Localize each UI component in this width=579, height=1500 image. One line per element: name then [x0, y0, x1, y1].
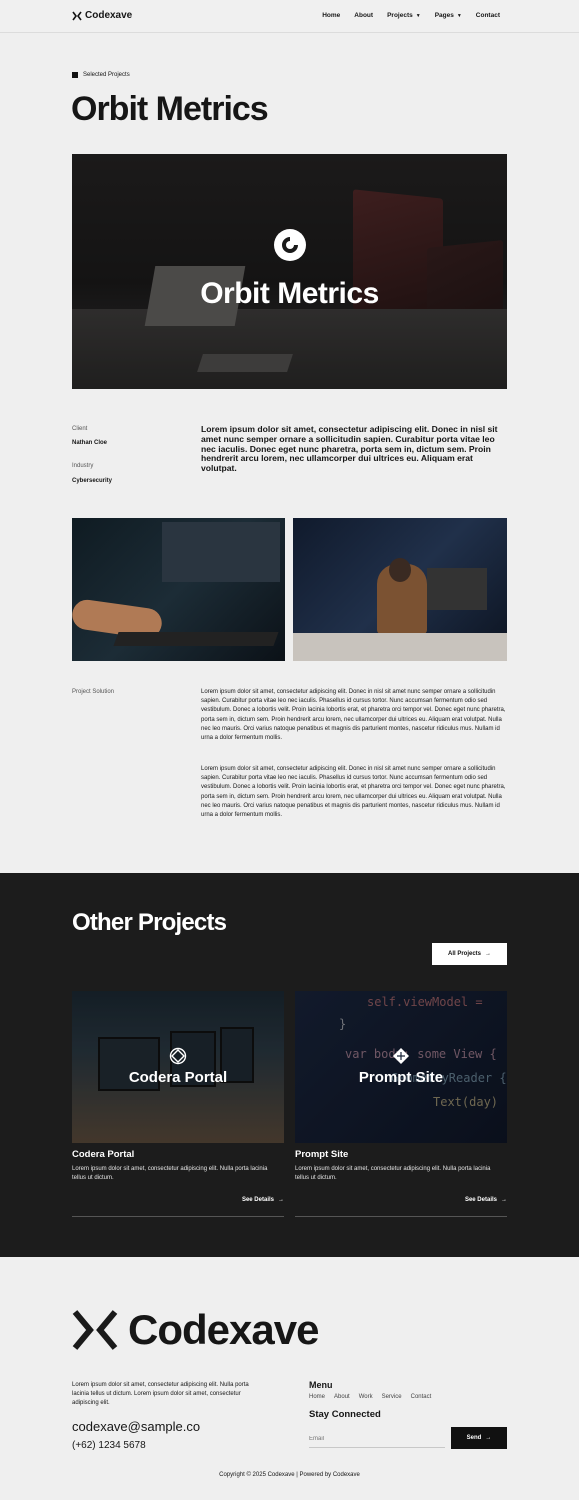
send-button[interactable]: Send → [451, 1427, 507, 1449]
footer-brand-name: Codexave [128, 1306, 319, 1353]
nav-label: Home [322, 12, 341, 19]
arrow-right-icon: → [278, 1197, 284, 1203]
footer-link-service[interactable]: Service [382, 1394, 402, 1400]
footer-menu-title: Menu [309, 1380, 333, 1390]
project-lead: Lorem ipsum dolor sit amet, consectetur … [201, 424, 498, 474]
codexave-logo-icon [72, 1310, 118, 1350]
link-label: See Details [464, 1197, 497, 1203]
card-description: Lorem ipsum dolor sit amet, consectetur … [72, 1166, 268, 1181]
solution-paragraph: Lorem ipsum dolor sit amet, consectetur … [201, 689, 506, 742]
gallery-image [72, 518, 285, 661]
divider [72, 1216, 284, 1217]
footer-logo[interactable]: Codexave [72, 1306, 319, 1354]
footer-links: Home About Work Service Contact [309, 1394, 431, 1400]
nav-label: About [354, 12, 374, 19]
thumbnail-brand: Codera Portal [72, 1047, 284, 1087]
hero-brand-name: Orbit Metrics [200, 277, 379, 310]
codera-logo-icon [169, 1047, 187, 1065]
card-title[interactable]: Codera Portal [72, 1149, 284, 1160]
section-eyebrow: Selected Projects [72, 72, 130, 78]
footer-link-about[interactable]: About [334, 1394, 350, 1400]
nav-label: Pages [434, 12, 454, 19]
see-details-link[interactable]: See Details → [242, 1197, 284, 1203]
footer-email[interactable]: codexave@sample.co [72, 1419, 200, 1434]
nav-label: Projects [387, 12, 413, 19]
divider [295, 1216, 507, 1217]
footer-description: Lorem ipsum dolor sit amet, consectetur … [72, 1382, 249, 1406]
nav-item-about[interactable]: About [354, 12, 373, 19]
button-label: All Projects [447, 951, 481, 957]
card-description: Lorem ipsum dolor sit amet, consectetur … [295, 1166, 491, 1181]
client-value: Nathan Cloe [72, 440, 108, 446]
thumbnail-brand: Prompt Site [295, 1047, 507, 1087]
project-card[interactable]: self.viewModel = } var body: some View {… [295, 991, 507, 1217]
nav-label: Contact [475, 12, 500, 19]
prompt-logo-icon [393, 1048, 409, 1064]
head-shape [389, 558, 411, 582]
solution-paragraph: Lorem ipsum dolor sit amet, consectetur … [201, 766, 506, 819]
nav-menu: Home About Projects ▼ Pages ▼ Contact [322, 12, 500, 19]
thumbnail-brand-name: Codera Portal [128, 1069, 228, 1086]
hero-brand: Orbit Metrics [72, 228, 507, 311]
project-thumbnail[interactable]: Codera Portal [72, 991, 284, 1143]
footer-link-home[interactable]: Home [309, 1394, 325, 1400]
newsletter-email-input[interactable] [309, 1430, 445, 1448]
codexave-logo-icon [72, 11, 82, 20]
footer-link-work[interactable]: Work [359, 1394, 373, 1400]
button-label: Send [466, 1435, 482, 1441]
project-card[interactable]: Codera Portal Codera Portal Lorem ipsum … [72, 991, 284, 1217]
client-label: Client [72, 426, 88, 432]
all-projects-button[interactable]: All Projects → [432, 943, 507, 965]
arrow-right-icon: → [485, 1435, 492, 1441]
other-projects-section: Other Projects All Projects → Codera Por… [0, 873, 579, 1257]
link-label: See Details [241, 1197, 274, 1203]
stay-connected-title: Stay Connected [309, 1409, 381, 1420]
desk-shape [293, 633, 507, 661]
nav-item-projects[interactable]: Projects ▼ [387, 12, 421, 19]
footer-phone[interactable]: (+62) 1234 5678 [72, 1440, 146, 1451]
copyright: Copyright © 2025 Codexave | Powered by C… [219, 1472, 360, 1478]
solution-label: Project Solution [72, 689, 115, 695]
page-title: Orbit Metrics [71, 90, 269, 128]
chevron-down-icon: ▼ [456, 12, 462, 19]
nav-item-pages[interactable]: Pages ▼ [435, 12, 462, 19]
see-details-link[interactable]: See Details → [465, 1197, 507, 1203]
brand-name: Codexave [85, 10, 133, 21]
card-title[interactable]: Prompt Site [295, 1149, 507, 1160]
footer-link-contact[interactable]: Contact [411, 1394, 432, 1400]
chevron-down-icon: ▼ [415, 12, 421, 19]
section-title: Other Projects [72, 909, 227, 936]
industry-value: Cybersecurity [72, 478, 113, 484]
nav-item-contact[interactable]: Contact [476, 12, 500, 19]
orbit-logo-icon [273, 229, 306, 261]
square-bullet-icon [72, 72, 78, 78]
nav-item-home[interactable]: Home [322, 12, 340, 19]
arrow-right-icon: → [501, 1197, 507, 1203]
eyebrow-text: Selected Projects [83, 72, 130, 78]
keyboard-shape [113, 632, 279, 646]
thumbnail-brand-name: Prompt Site [358, 1069, 444, 1086]
hero-image: Orbit Metrics [72, 154, 507, 389]
top-nav: Codexave Home About Projects ▼ Pages ▼ Con… [0, 0, 579, 33]
monitor-shape [427, 568, 487, 610]
industry-label: Industry [72, 463, 94, 469]
project-thumbnail[interactable]: self.viewModel = } var body: some View {… [295, 991, 507, 1143]
brand-logo[interactable]: Codexave [72, 10, 132, 21]
gallery-image [293, 518, 507, 661]
arrow-right-icon: → [485, 951, 491, 957]
screen-shape [162, 522, 280, 582]
